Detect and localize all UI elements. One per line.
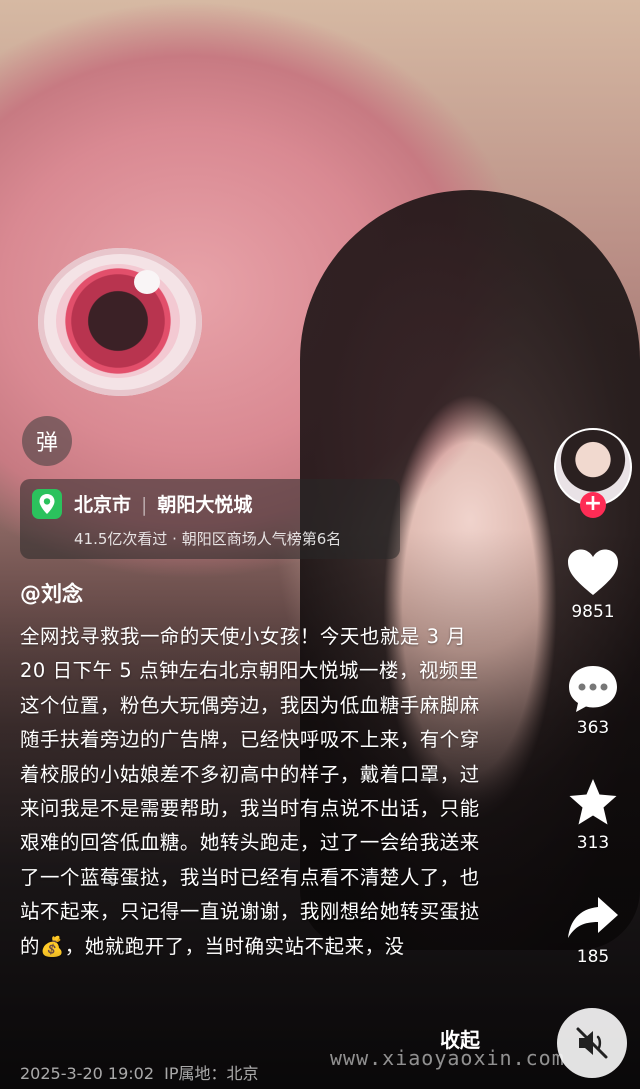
post-date: 2025-3-20 19:02	[20, 1064, 154, 1083]
danmu-icon: 弹	[35, 431, 58, 456]
location-card[interactable]: 北京市 | 朝阳大悦城 41.5亿次看过 · 朝阳区商场人气榜第6名	[20, 479, 400, 559]
creator-avatar-block[interactable]: +	[554, 428, 632, 518]
plush-iris	[56, 264, 180, 378]
follow-button[interactable]: +	[580, 492, 606, 518]
heart-icon	[568, 549, 618, 595]
like-button[interactable]: 9851	[554, 548, 632, 622]
share-icon	[568, 897, 618, 938]
mute-icon	[576, 1027, 608, 1059]
favorite-count: 313	[576, 833, 610, 853]
share-button[interactable]: 185	[554, 893, 632, 967]
location-place: 朝阳大悦城	[157, 494, 253, 516]
author-name[interactable]: @刘念	[20, 578, 83, 608]
plush-eye-graphic	[38, 248, 202, 396]
share-count: 185	[576, 947, 610, 967]
ip-location: IP属地：北京	[164, 1064, 259, 1083]
location-title: 北京市 | 朝阳大悦城	[74, 490, 252, 517]
favorite-button[interactable]: 313	[554, 777, 632, 853]
location-stats: 41.5亿次看过 · 朝阳区商场人气榜第6名	[74, 530, 342, 548]
star-icon	[569, 779, 617, 825]
location-pin-icon	[32, 489, 62, 519]
post-caption: 全网找寻救我一命的天使小女孩！今天也就是 3 月 20 日下午 5 点钟左右北京…	[20, 625, 480, 958]
watermark: www.xiaoyaoxin.com	[330, 1046, 565, 1070]
mute-button[interactable]	[557, 1008, 627, 1078]
comment-button[interactable]: 363	[554, 664, 632, 738]
post-meta: 2025-3-20 19:02 IP属地：北京	[20, 1060, 259, 1084]
comment-count: 363	[576, 718, 610, 738]
location-city: 北京市	[74, 494, 132, 516]
danmu-toggle-button[interactable]: 弹	[22, 416, 72, 466]
comment-icon	[569, 666, 617, 712]
location-separator: |	[141, 494, 148, 516]
plush-eye-glint	[134, 270, 160, 294]
like-count: 9851	[571, 602, 615, 622]
